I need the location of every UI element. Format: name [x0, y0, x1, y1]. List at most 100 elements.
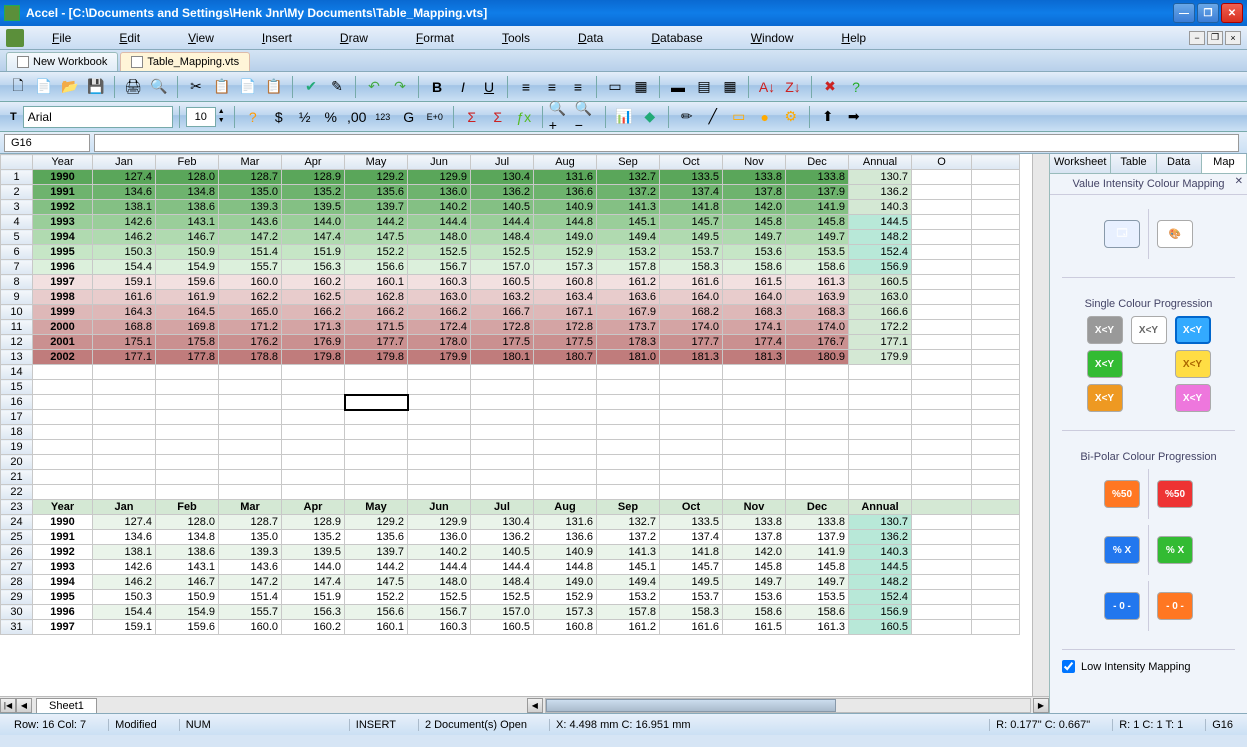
cell[interactable] [408, 395, 471, 410]
cell[interactable]: 160.0 [219, 275, 282, 290]
cell[interactable]: 156.9 [849, 605, 912, 620]
general-icon[interactable]: G [397, 105, 421, 129]
menu-tools[interactable]: Tools [478, 29, 554, 47]
cell[interactable]: 146.2 [93, 575, 156, 590]
col-header[interactable]: Jan [93, 155, 156, 170]
cell[interactable]: 1990 [33, 170, 93, 185]
cell[interactable] [471, 395, 534, 410]
cell[interactable]: 147.4 [282, 230, 345, 245]
cell[interactable] [471, 485, 534, 500]
cell[interactable]: 163.6 [597, 290, 660, 305]
cell[interactable]: 127.4 [93, 515, 156, 530]
cell[interactable] [345, 425, 408, 440]
cell[interactable]: Jul [471, 500, 534, 515]
hscroll-left[interactable]: ◀ [527, 698, 543, 713]
cell[interactable]: 144.4 [471, 215, 534, 230]
cell[interactable] [597, 485, 660, 500]
cell[interactable] [408, 470, 471, 485]
rect-icon[interactable]: ▭ [727, 105, 751, 129]
cell[interactable]: 168.8 [93, 320, 156, 335]
cell[interactable]: 134.8 [156, 185, 219, 200]
cell[interactable]: 166.7 [471, 305, 534, 320]
cell[interactable]: Annual [849, 500, 912, 515]
cell[interactable] [93, 440, 156, 455]
cell[interactable] [912, 380, 972, 395]
cell[interactable] [972, 260, 1020, 275]
cell[interactable]: 150.3 [93, 590, 156, 605]
cell[interactable]: 139.3 [219, 545, 282, 560]
cell-reference-box[interactable]: G16 [4, 134, 90, 152]
cell[interactable] [156, 455, 219, 470]
cell[interactable]: 136.2 [471, 530, 534, 545]
cell[interactable]: 159.6 [156, 620, 219, 635]
cell[interactable]: 145.7 [660, 215, 723, 230]
cell[interactable] [972, 395, 1020, 410]
cell[interactable]: 1992 [33, 200, 93, 215]
menu-database[interactable]: Database [627, 29, 726, 47]
cell[interactable]: 156.3 [282, 605, 345, 620]
cell[interactable]: 163.2 [471, 290, 534, 305]
cell[interactable]: 144.0 [282, 215, 345, 230]
cell[interactable] [912, 410, 972, 425]
line-icon[interactable]: ╱ [701, 105, 725, 129]
cell[interactable] [534, 380, 597, 395]
cell[interactable] [93, 365, 156, 380]
cell[interactable] [972, 350, 1020, 365]
cell[interactable]: 160.5 [471, 275, 534, 290]
cell[interactable] [534, 485, 597, 500]
cell[interactable] [33, 410, 93, 425]
sheet-nav-first[interactable]: |◀ [0, 698, 16, 713]
cell[interactable]: 161.9 [156, 290, 219, 305]
cell[interactable] [660, 365, 723, 380]
cell[interactable]: 162.8 [345, 290, 408, 305]
cell[interactable]: 144.8 [534, 560, 597, 575]
cell[interactable]: 138.6 [156, 200, 219, 215]
cell[interactable] [534, 455, 597, 470]
cell[interactable]: 136.0 [408, 530, 471, 545]
cell[interactable] [408, 425, 471, 440]
cell[interactable] [849, 410, 912, 425]
cell[interactable]: 1998 [33, 290, 93, 305]
cell[interactable] [849, 485, 912, 500]
cut-icon[interactable]: ✂ [184, 75, 208, 99]
cell[interactable]: 181.3 [660, 350, 723, 365]
cell[interactable]: 131.6 [534, 515, 597, 530]
cell[interactable]: 178.8 [219, 350, 282, 365]
cell[interactable] [660, 395, 723, 410]
cell[interactable]: 130.4 [471, 515, 534, 530]
cell[interactable] [93, 380, 156, 395]
cell[interactable]: Mar [219, 500, 282, 515]
cell[interactable] [156, 440, 219, 455]
row-header[interactable]: 28 [1, 575, 33, 590]
cell[interactable]: 143.6 [219, 215, 282, 230]
cell[interactable]: 134.6 [93, 530, 156, 545]
cell[interactable]: 152.4 [849, 590, 912, 605]
cell[interactable]: 137.4 [660, 530, 723, 545]
doctab-new-workbook[interactable]: New Workbook [6, 52, 118, 71]
cell[interactable]: Sep [597, 500, 660, 515]
cell[interactable] [912, 170, 972, 185]
row-header[interactable]: 3 [1, 200, 33, 215]
cell[interactable]: 157.3 [534, 260, 597, 275]
cell[interactable] [972, 410, 1020, 425]
cell[interactable]: 161.2 [597, 620, 660, 635]
cell[interactable] [912, 350, 972, 365]
menu-format[interactable]: Format [392, 29, 478, 47]
spreadsheet-area[interactable]: YearJanFebMarAprMayJunJulAugSepOctNovDec… [0, 154, 1049, 713]
cell[interactable]: 144.4 [471, 560, 534, 575]
cell[interactable]: 137.9 [786, 185, 849, 200]
cell[interactable]: 138.1 [93, 545, 156, 560]
cell[interactable]: 181.0 [597, 350, 660, 365]
cell[interactable]: 133.8 [786, 170, 849, 185]
cell[interactable]: 141.8 [660, 545, 723, 560]
cell[interactable]: 130.7 [849, 170, 912, 185]
sigma-icon[interactable]: Σ [486, 105, 510, 129]
cell[interactable] [786, 425, 849, 440]
cell[interactable]: 140.2 [408, 200, 471, 215]
cell[interactable] [471, 365, 534, 380]
cell[interactable]: 146.2 [93, 230, 156, 245]
cell[interactable]: 133.5 [660, 170, 723, 185]
cell[interactable]: 177.5 [471, 335, 534, 350]
row-header[interactable]: 22 [1, 485, 33, 500]
sum-icon[interactable]: Σ [460, 105, 484, 129]
